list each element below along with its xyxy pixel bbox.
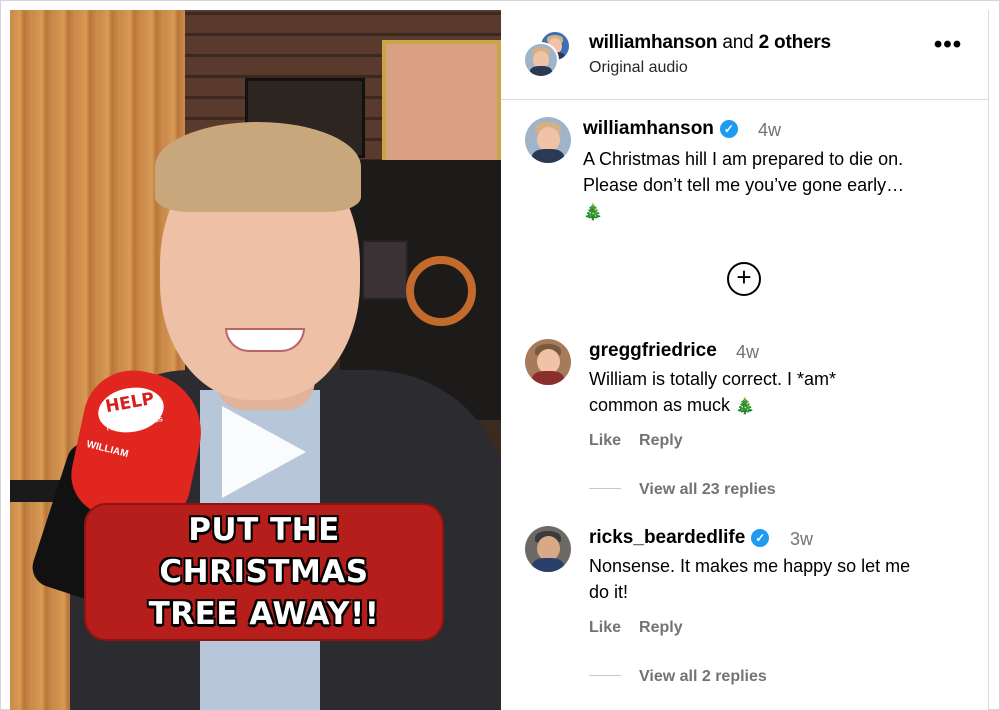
comment-actions: Like Reply — [589, 619, 701, 637]
verified-badge-icon: ✓ — [751, 529, 770, 547]
background-wreath — [406, 256, 476, 326]
like-button[interactable]: Like — [589, 619, 621, 636]
video-caption-text: PUT THE CHRISTMAS TREE AWAY!! — [148, 512, 380, 632]
post-caption-text: A Christmas hill I am prepared to die on… — [583, 146, 973, 226]
view-replies-link[interactable]: View all 2 replies — [589, 668, 767, 686]
comments-panel: williamhanson and 2 others Original audi… — [501, 10, 989, 710]
add-circle-icon[interactable]: + — [727, 262, 761, 296]
header-others-link[interactable]: 2 others — [759, 32, 832, 53]
replies-divider-line — [589, 488, 621, 489]
more-horizontal-icon[interactable]: ••• — [933, 33, 963, 61]
comment-timestamp[interactable]: 4w — [736, 342, 759, 363]
view-replies-label[interactable]: View all 2 replies — [639, 668, 767, 685]
background-small-frame — [362, 240, 408, 300]
header-username-line: williamhanson and 2 others — [589, 32, 831, 54]
like-button[interactable]: Like — [589, 432, 621, 449]
christmas-tree-emoji: 🎄 — [583, 204, 603, 221]
play-icon[interactable] — [222, 406, 306, 498]
comment-body: William is totally correct. I *am* commo… — [589, 369, 837, 415]
comment-avatar[interactable] — [525, 339, 571, 385]
comment-timestamp[interactable]: 3w — [790, 529, 813, 550]
post-timestamp[interactable]: 4w — [758, 120, 781, 141]
header-and-label: and — [722, 32, 759, 53]
post-username-text[interactable]: williamhanson — [583, 118, 714, 139]
person-smile — [225, 328, 305, 352]
reply-button[interactable]: Reply — [639, 432, 683, 449]
post-header: williamhanson and 2 others Original audi… — [501, 10, 989, 100]
comment-username-text[interactable]: ricks_beardedlife — [589, 527, 745, 548]
post-author-avatar[interactable] — [525, 117, 571, 163]
author-avatar[interactable] — [523, 42, 559, 78]
comment-username[interactable]: ricks_beardedlife ✓ — [589, 527, 770, 549]
comment-text: Nonsense. It makes me happy so let me do… — [589, 556, 911, 602]
post-author-username[interactable]: williamhanson ✓ — [583, 118, 738, 140]
audio-label[interactable]: Original audio — [589, 59, 688, 77]
reply-button[interactable]: Reply — [639, 619, 683, 636]
comment-username[interactable]: greggfriedrice — [589, 340, 717, 362]
replies-divider-line — [589, 675, 621, 676]
person-hair — [155, 122, 361, 212]
video-player[interactable]: HELP I SEXTED MY BOSS WILLIAM PUT THE CH… — [10, 10, 501, 710]
comment-text: William is totally correct. I *am* commo… — [589, 366, 969, 420]
comment-avatar[interactable] — [525, 526, 571, 572]
background-poster-frame — [382, 40, 501, 170]
view-replies-label[interactable]: View all 23 replies — [639, 481, 776, 498]
header-username[interactable]: williamhanson — [589, 32, 718, 53]
comment-actions: Like Reply — [589, 432, 701, 450]
view-replies-link[interactable]: View all 23 replies — [589, 481, 776, 499]
christmas-tree-emoji: 🎄 — [735, 398, 755, 415]
video-caption-box: PUT THE CHRISTMAS TREE AWAY!! — [84, 503, 444, 641]
verified-badge-icon: ✓ — [719, 120, 738, 138]
post-caption-body: A Christmas hill I am prepared to die on… — [583, 149, 905, 195]
